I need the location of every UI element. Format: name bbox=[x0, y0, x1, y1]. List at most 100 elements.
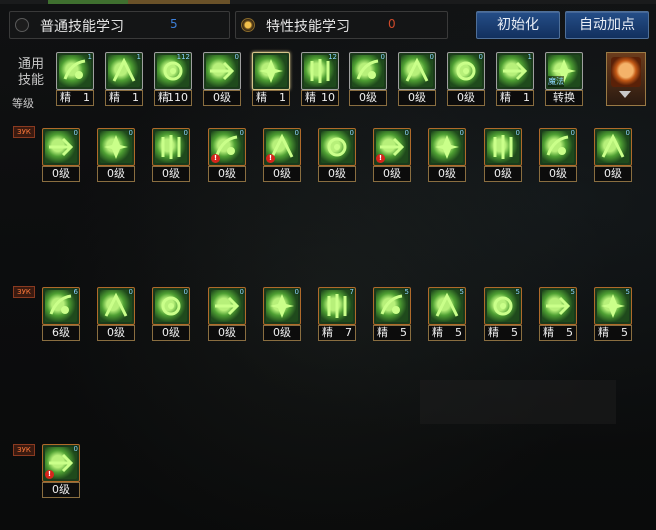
skill-frame[interactable]: 1 bbox=[105, 52, 143, 90]
row1-skills-slot[interactable]: 0! 0级 bbox=[263, 128, 301, 182]
row2-skills-slot[interactable]: 0 0级 bbox=[152, 287, 190, 341]
row2-skills-slot[interactable]: 7 精7 bbox=[318, 287, 356, 341]
skill-frame[interactable]: 5 bbox=[373, 287, 411, 325]
skill-max-level: 0 bbox=[239, 129, 244, 137]
skill-frame[interactable]: 0 bbox=[203, 52, 241, 90]
skill-level-label: 0级 bbox=[447, 90, 485, 106]
common-skills-slot[interactable]: 12 精 10 bbox=[301, 52, 339, 106]
skill-frame[interactable]: 7 bbox=[318, 287, 356, 325]
skill-level-label: 0级 bbox=[203, 90, 241, 106]
skill-level-label: 0级 bbox=[152, 166, 190, 182]
common-skills-slot[interactable]: 1 精1 bbox=[105, 52, 143, 106]
row1-skills-slot[interactable]: 0! 0级 bbox=[373, 128, 411, 182]
skill-frame[interactable]: 5 bbox=[484, 287, 522, 325]
rising-strike-icon bbox=[376, 290, 408, 322]
row2-skills-slot[interactable]: 5 精5 bbox=[484, 287, 522, 341]
skill-level-label: 0级 bbox=[539, 166, 577, 182]
skill-max-level: 0 bbox=[459, 129, 464, 137]
row1-skills-slot[interactable]: 0 0级 bbox=[152, 128, 190, 182]
skill-frame[interactable]: 0! bbox=[263, 128, 301, 166]
skill-frame[interactable]: 魔法 bbox=[545, 52, 583, 90]
row-tag-3: ЗУК bbox=[13, 444, 35, 456]
row2-skills-slot[interactable]: 5 精5 bbox=[428, 287, 466, 341]
tab-trait-radio[interactable] bbox=[241, 18, 255, 32]
common-skills-slot[interactable]: 魔法 转换 bbox=[545, 52, 583, 106]
row3-skills-slot[interactable]: 0! 0级 bbox=[42, 444, 80, 498]
reset-button[interactable]: 初始化 bbox=[476, 11, 560, 39]
skill-frame[interactable]: 12 bbox=[301, 52, 339, 90]
skill-frame[interactable]: 6 bbox=[42, 287, 80, 325]
row2-skills-slot[interactable]: 6 6级 bbox=[42, 287, 80, 341]
skill-frame[interactable]: 5 bbox=[539, 287, 577, 325]
row1-skills-slot[interactable]: 0 0级 bbox=[318, 128, 356, 182]
vortex-icon bbox=[266, 290, 298, 322]
row2-skills-slot[interactable]: 0 0级 bbox=[263, 287, 301, 341]
skill-frame[interactable]: 0 bbox=[447, 52, 485, 90]
skill-frame[interactable]: 0 bbox=[484, 128, 522, 166]
dropdown-arrow-icon[interactable] bbox=[619, 91, 631, 98]
skill-frame[interactable]: 112 bbox=[154, 52, 192, 90]
skill-frame[interactable]: 1 bbox=[496, 52, 534, 90]
skill-frame[interactable]: 0 bbox=[594, 128, 632, 166]
common-skills-slot[interactable]: 1 精1 bbox=[496, 52, 534, 106]
auto-assign-button[interactable]: 自动加点 bbox=[565, 11, 649, 39]
skill-frame[interactable]: 5 bbox=[428, 287, 466, 325]
skill-level-label: 0级 bbox=[97, 325, 135, 341]
skill-level-label: 0级 bbox=[208, 325, 246, 341]
tab-normal-skill[interactable]: 普通技能学习 5 bbox=[9, 11, 230, 39]
skill-level-label: 精7 bbox=[318, 325, 356, 341]
row1-skills-slot[interactable]: 0! 0级 bbox=[208, 128, 246, 182]
row2-skills-slot[interactable]: 5 精5 bbox=[539, 287, 577, 341]
common-skills-slot[interactable]: 0 0级 bbox=[203, 52, 241, 106]
common-skills-slot[interactable]: 1 精1 bbox=[56, 52, 94, 106]
skill-frame[interactable]: 0! bbox=[42, 444, 80, 482]
row2-skills-slot[interactable]: 5 精5 bbox=[594, 287, 632, 341]
skill-level-label: 0级 bbox=[373, 166, 411, 182]
skill-frame[interactable]: 0 bbox=[428, 128, 466, 166]
skill-max-level: 5 bbox=[404, 288, 409, 296]
skill-max-level: 0 bbox=[625, 129, 630, 137]
row1-skills-slot[interactable]: 0 0级 bbox=[97, 128, 135, 182]
character-portrait[interactable] bbox=[606, 52, 646, 106]
skill-frame[interactable]: 0 bbox=[539, 128, 577, 166]
skill-frame[interactable]: 0 bbox=[208, 287, 246, 325]
row1-skills-slot[interactable]: 0 0级 bbox=[42, 128, 80, 182]
skill-frame[interactable]: 0 bbox=[42, 128, 80, 166]
common-skills-slot[interactable]: 0 0级 bbox=[349, 52, 387, 106]
tab-trait-skill[interactable]: 特性技能学习 0 bbox=[235, 11, 448, 39]
common-skills-slot[interactable]: 0 0级 bbox=[398, 52, 436, 106]
skill-frame[interactable]: 5 bbox=[594, 287, 632, 325]
common-skills-slot[interactable]: 0 0级 bbox=[447, 52, 485, 106]
skill-frame[interactable]: 1 bbox=[56, 52, 94, 90]
skill-level-label: 0级 bbox=[208, 166, 246, 182]
row2-skills-slot[interactable]: 0 0级 bbox=[208, 287, 246, 341]
top-strip bbox=[0, 0, 656, 4]
skill-max-level: 1 bbox=[87, 53, 92, 61]
skill-frame[interactable]: 0 bbox=[349, 52, 387, 90]
skill-frame[interactable]: 0 bbox=[152, 128, 190, 166]
tab-normal-radio[interactable] bbox=[15, 18, 29, 32]
row1-skills-slot[interactable]: 0 0级 bbox=[539, 128, 577, 182]
row1-skills-slot[interactable]: 0 0级 bbox=[484, 128, 522, 182]
skill-frame[interactable]: 0 bbox=[97, 287, 135, 325]
skill-max-level: 0 bbox=[128, 129, 133, 137]
skill-frame[interactable]: 0 bbox=[152, 287, 190, 325]
skill-frame[interactable]: 0 bbox=[398, 52, 436, 90]
row1-skills-slot[interactable]: 0 0级 bbox=[428, 128, 466, 182]
skill-max-level: 0 bbox=[234, 53, 239, 61]
row2-skills-slot[interactable]: 5 精5 bbox=[373, 287, 411, 341]
skill-frame[interactable] bbox=[252, 52, 290, 90]
row1-skills-slot[interactable]: 0 0级 bbox=[594, 128, 632, 182]
skill-frame[interactable]: 0 bbox=[97, 128, 135, 166]
knot-icon bbox=[431, 131, 463, 163]
skill-frame[interactable]: 0 bbox=[263, 287, 301, 325]
tab-trait-count: 0 bbox=[388, 17, 396, 31]
skill-frame[interactable]: 0 bbox=[318, 128, 356, 166]
skill-frame[interactable]: 0! bbox=[208, 128, 246, 166]
common-skills-slot[interactable]: 112 精 110 bbox=[154, 52, 192, 106]
common-skills-slot[interactable]: 精1 bbox=[252, 52, 290, 106]
bars-icon bbox=[597, 290, 629, 322]
columns-icon bbox=[321, 290, 353, 322]
skill-frame[interactable]: 0! bbox=[373, 128, 411, 166]
row2-skills-slot[interactable]: 0 0级 bbox=[97, 287, 135, 341]
